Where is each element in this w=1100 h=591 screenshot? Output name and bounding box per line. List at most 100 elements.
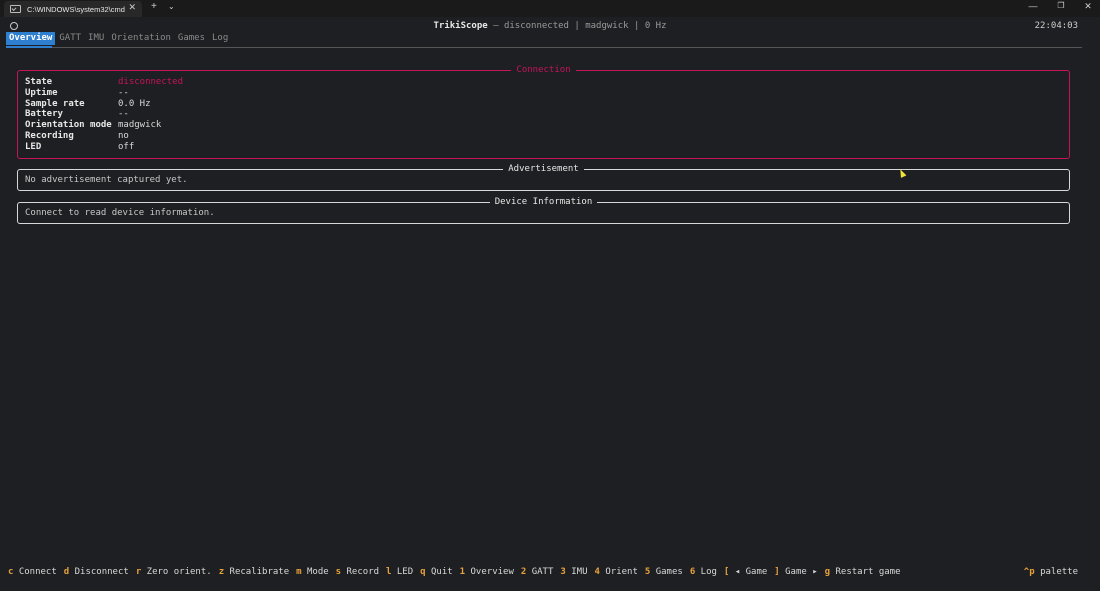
footer-binding[interactable]: 4 Orient bbox=[595, 567, 645, 577]
footer-key: s bbox=[335, 567, 342, 577]
tab-close-icon[interactable]: ✕ bbox=[128, 2, 136, 13]
tab-imu[interactable]: IMU bbox=[85, 32, 107, 45]
footer-label: Record bbox=[346, 567, 380, 577]
connection-panel: Connection State disconnected Uptime -- Sa… bbox=[17, 65, 1070, 159]
footer-binding[interactable]: d Disconnect bbox=[64, 567, 136, 577]
footer-key: r bbox=[135, 567, 142, 577]
row-orientation-mode: Orientation mode madgwick bbox=[25, 120, 161, 131]
footer-binding[interactable]: 6 Log bbox=[690, 567, 724, 577]
tab-gatt[interactable]: GATT bbox=[56, 32, 84, 45]
footer-binding[interactable]: 1 Overview bbox=[460, 567, 521, 577]
battery-value: -- bbox=[118, 109, 129, 120]
footer-key: 6 bbox=[689, 567, 696, 577]
footer-key: ] bbox=[774, 567, 780, 577]
footer-key: 2 bbox=[520, 567, 527, 577]
palette-label: palette bbox=[1040, 567, 1078, 577]
footer-binding[interactable]: 3 IMU bbox=[560, 567, 594, 577]
footer-key: q bbox=[420, 567, 426, 577]
app-title: TrikiScope – disconnected | madgwick | 0… bbox=[0, 20, 1100, 32]
tab-log[interactable]: Log bbox=[209, 32, 231, 45]
terminal-tab-title: C:\WINDOWS\system32\cmd. bbox=[27, 4, 125, 14]
footer-binding[interactable]: c Connect bbox=[8, 567, 64, 577]
footer-binding[interactable]: m Mode bbox=[296, 567, 336, 577]
footer-key: 3 bbox=[560, 567, 566, 577]
row-uptime: Uptime -- bbox=[25, 88, 129, 99]
footer-label: Game ▸ bbox=[785, 567, 818, 577]
footer-key: c bbox=[8, 567, 14, 577]
footer-label: Recalibrate bbox=[229, 567, 290, 577]
row-sample-rate: Sample rate 0.0 Hz bbox=[25, 99, 151, 110]
row-key: Recording bbox=[25, 131, 74, 141]
footer-key: d bbox=[63, 567, 70, 577]
footer-binding[interactable]: q Quit bbox=[420, 567, 460, 577]
row-key: Orientation mode bbox=[25, 120, 112, 131]
footer-label: IMU bbox=[571, 567, 588, 577]
device-information-message: Connect to read device information. bbox=[25, 208, 215, 218]
tab-overview[interactable]: Overview bbox=[6, 32, 56, 45]
app-status: – disconnected | madgwick | 0 Hz bbox=[487, 21, 667, 31]
footer-label: Quit bbox=[430, 567, 453, 577]
footer-key: l bbox=[386, 567, 392, 577]
footer-key-list: c Connect d Disconnect r Zero orient. z Rec… bbox=[8, 566, 908, 578]
footer-key: z bbox=[218, 567, 225, 577]
tab-orientation[interactable]: Orientation bbox=[108, 32, 174, 45]
keybinding-footer: c Connect d Disconnect r Zero orient. z Rec… bbox=[0, 566, 1100, 578]
recording-value: no bbox=[118, 131, 129, 141]
row-key: LED bbox=[25, 141, 42, 152]
tab-dropdown-icon[interactable]: ⌄ bbox=[168, 2, 175, 11]
terminal-content: TrikiScope – disconnected | madgwick | 0… bbox=[0, 17, 1100, 591]
window-close-icon[interactable]: ✕ bbox=[1080, 1, 1096, 12]
footer-label: Connect bbox=[18, 567, 57, 577]
terminal-window: C:\WINDOWS\system32\cmd. ✕ + ⌄ — ❐ ✕ Tri… bbox=[0, 0, 1100, 591]
footer-binding[interactable]: z Recalibrate bbox=[219, 567, 296, 577]
footer-key: 5 bbox=[644, 567, 651, 577]
footer-label: Games bbox=[655, 567, 683, 577]
palette-key: ^p bbox=[1023, 567, 1035, 577]
orientation-mode-value: madgwick bbox=[118, 120, 162, 131]
footer-binding[interactable]: s Record bbox=[336, 567, 386, 577]
footer-binding[interactable]: g Restart game bbox=[825, 567, 908, 577]
device-information-panel-title: Device Information bbox=[18, 196, 1069, 208]
row-recording: Recording no bbox=[25, 131, 129, 142]
minimize-icon[interactable]: — bbox=[1025, 1, 1041, 11]
footer-key: 1 bbox=[459, 567, 466, 577]
row-key: State bbox=[25, 77, 53, 87]
footer-binding[interactable]: l LED bbox=[386, 567, 420, 577]
footer-binding[interactable]: ] Game ▸ bbox=[774, 567, 824, 577]
view-tabs: Overview GATT IMU Orientation Games Log bbox=[6, 32, 232, 45]
tab-games[interactable]: Games bbox=[175, 32, 208, 45]
row-battery: Battery -- bbox=[25, 109, 129, 120]
footer-key: 4 bbox=[594, 567, 600, 577]
cmd-prompt-icon bbox=[10, 5, 21, 13]
maximize-icon[interactable]: ❐ bbox=[1053, 1, 1069, 10]
app-header: TrikiScope – disconnected | madgwick | 0… bbox=[0, 20, 1100, 32]
row-led: LED off bbox=[25, 142, 134, 153]
advertisement-title-text: Advertisement bbox=[503, 164, 584, 174]
footer-label: Disconnect bbox=[74, 567, 129, 577]
footer-label: Zero orient. bbox=[146, 567, 212, 577]
palette-binding[interactable]: ^p palette bbox=[1024, 566, 1078, 578]
new-tab-icon[interactable]: + bbox=[151, 1, 157, 12]
row-key: Uptime bbox=[25, 87, 58, 98]
footer-binding[interactable]: [ ◂ Game bbox=[724, 567, 774, 577]
footer-label: Mode bbox=[306, 567, 329, 577]
device-information-panel: Device Information Connect to read devic… bbox=[17, 197, 1070, 224]
row-state: State disconnected bbox=[25, 77, 183, 88]
footer-key: g bbox=[824, 567, 831, 577]
footer-key: m bbox=[296, 567, 302, 577]
footer-binding[interactable]: r Zero orient. bbox=[136, 567, 219, 577]
row-key: Battery bbox=[25, 109, 63, 120]
connection-title-text: Connection bbox=[511, 65, 576, 75]
footer-label: Log bbox=[700, 567, 717, 577]
footer-binding[interactable]: 5 Games bbox=[645, 567, 690, 577]
footer-label: Orient bbox=[605, 567, 638, 577]
footer-label: LED bbox=[396, 567, 414, 577]
terminal-tab-strip: C:\WINDOWS\system32\cmd. ✕ + ⌄ — ❐ ✕ bbox=[0, 0, 1100, 17]
advertisement-message: No advertisement captured yet. bbox=[25, 175, 188, 185]
state-value: disconnected bbox=[118, 77, 184, 87]
advertisement-panel-title: Advertisement bbox=[18, 163, 1069, 175]
terminal-tab[interactable]: C:\WINDOWS\system32\cmd. ✕ bbox=[4, 1, 142, 17]
footer-binding[interactable]: 2 GATT bbox=[521, 567, 561, 577]
footer-label: GATT bbox=[531, 567, 554, 577]
connection-panel-title: Connection bbox=[18, 64, 1069, 76]
